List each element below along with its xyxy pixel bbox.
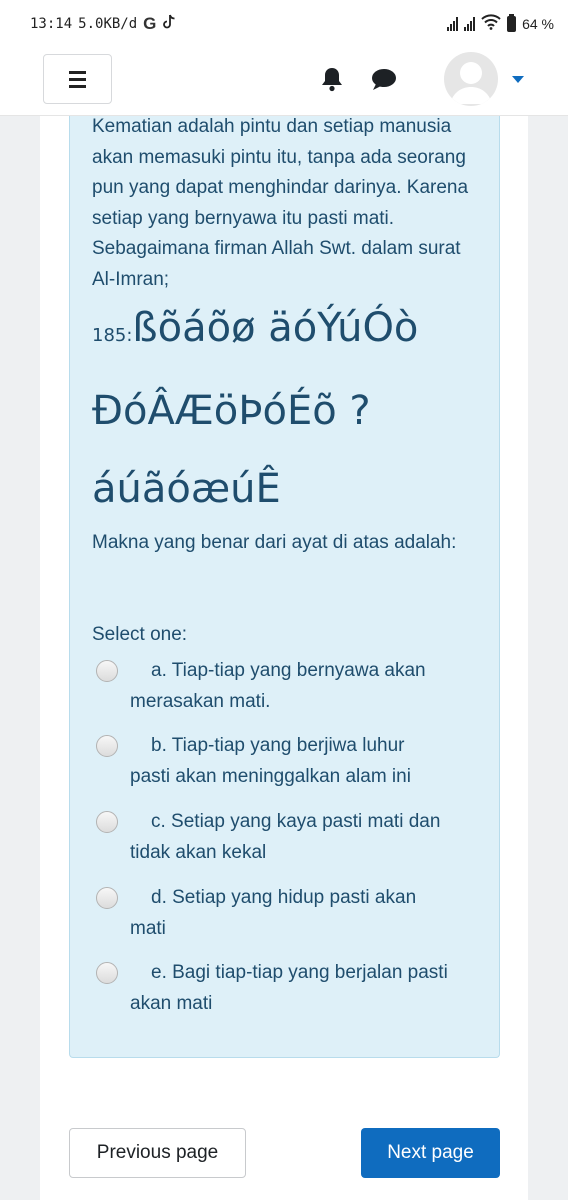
answer-option-a[interactable]: a. Tiap-tiap yang bernyawa akan merasakan… [96,660,486,717]
verse-text-1: ßõáõø äóÝúÓò [132,305,419,351]
verse-line-2: ÐóÂÆöÞóÉõ ? [92,388,492,434]
option-label: a. Tiap-tiap yang bernyawa akan [151,660,426,681]
select-one-label: Select one: [92,624,188,645]
status-time: 13:14 [30,16,73,32]
hamburger-icon [69,70,86,74]
option-label-cont: akan mati [130,992,213,1014]
verse-text-3: áúãóæúÊ [92,466,281,512]
radio-button[interactable] [96,887,118,909]
question-prompt: Makna yang benar dari ayat di atas adala… [92,532,457,553]
verse-number: 185: [92,325,133,346]
answer-option-c[interactable]: c. Setiap yang kaya pasti mati dan tidak … [96,811,486,868]
option-label: c. Setiap yang kaya pasti mati dan [151,811,441,832]
radio-button[interactable] [96,735,118,757]
option-label-cont: merasakan mati. [130,690,271,712]
answer-option-e[interactable]: e. Bagi tiap-tiap yang berjalan pasti aka… [96,962,486,1019]
verse-line-1: 185:ßõáõø äóÝúÓò [92,305,492,351]
tiktok-icon [162,14,176,34]
signal-icon [447,16,459,31]
option-label-cont: mati [130,917,166,939]
status-right: 64 % [447,13,554,33]
status-bar: 13:14 5.0KB/d G 64 % [0,0,568,48]
previous-page-button[interactable]: Previous page [69,1128,246,1178]
user-avatar[interactable] [444,52,498,106]
answer-option-b[interactable]: b. Tiap-tiap yang berjiwa luhur pasti aka… [96,735,486,792]
google-icon: G [143,14,157,33]
option-label: e. Bagi tiap-tiap yang berjalan pasti [151,962,448,983]
option-label: b. Tiap-tiap yang berjiwa luhur [151,735,405,756]
bell-icon[interactable] [320,66,344,92]
verse-line-3: áúãóæúÊ [92,466,492,512]
radio-button[interactable] [96,660,118,682]
signal-icon [464,16,476,31]
option-label-cont: tidak akan kekal [130,841,267,863]
chat-bubble-icon[interactable] [370,68,398,92]
top-navbar [0,48,568,116]
battery-level: 64 % [522,15,554,32]
next-page-button[interactable]: Next page [361,1128,500,1178]
status-left: 13:14 5.0KB/d G [30,14,176,34]
wifi-icon [481,14,501,33]
answer-option-d[interactable]: d. Setiap yang hidup pasti akan mati [96,887,486,944]
status-speed: 5.0KB/d [78,16,138,32]
question-text: Kematian adalah pintu dan setiap manusia… [92,116,469,290]
verse-text-2: ÐóÂÆöÞóÉõ ? [92,388,371,434]
option-label: d. Setiap yang hidup pasti akan [151,887,417,908]
radio-button[interactable] [96,811,118,833]
hamburger-menu-button[interactable] [43,54,112,104]
option-label-cont: pasti akan meninggalkan alam ini [130,765,411,787]
caret-down-icon[interactable] [512,76,524,83]
radio-button[interactable] [96,962,118,984]
battery-icon [507,13,517,32]
